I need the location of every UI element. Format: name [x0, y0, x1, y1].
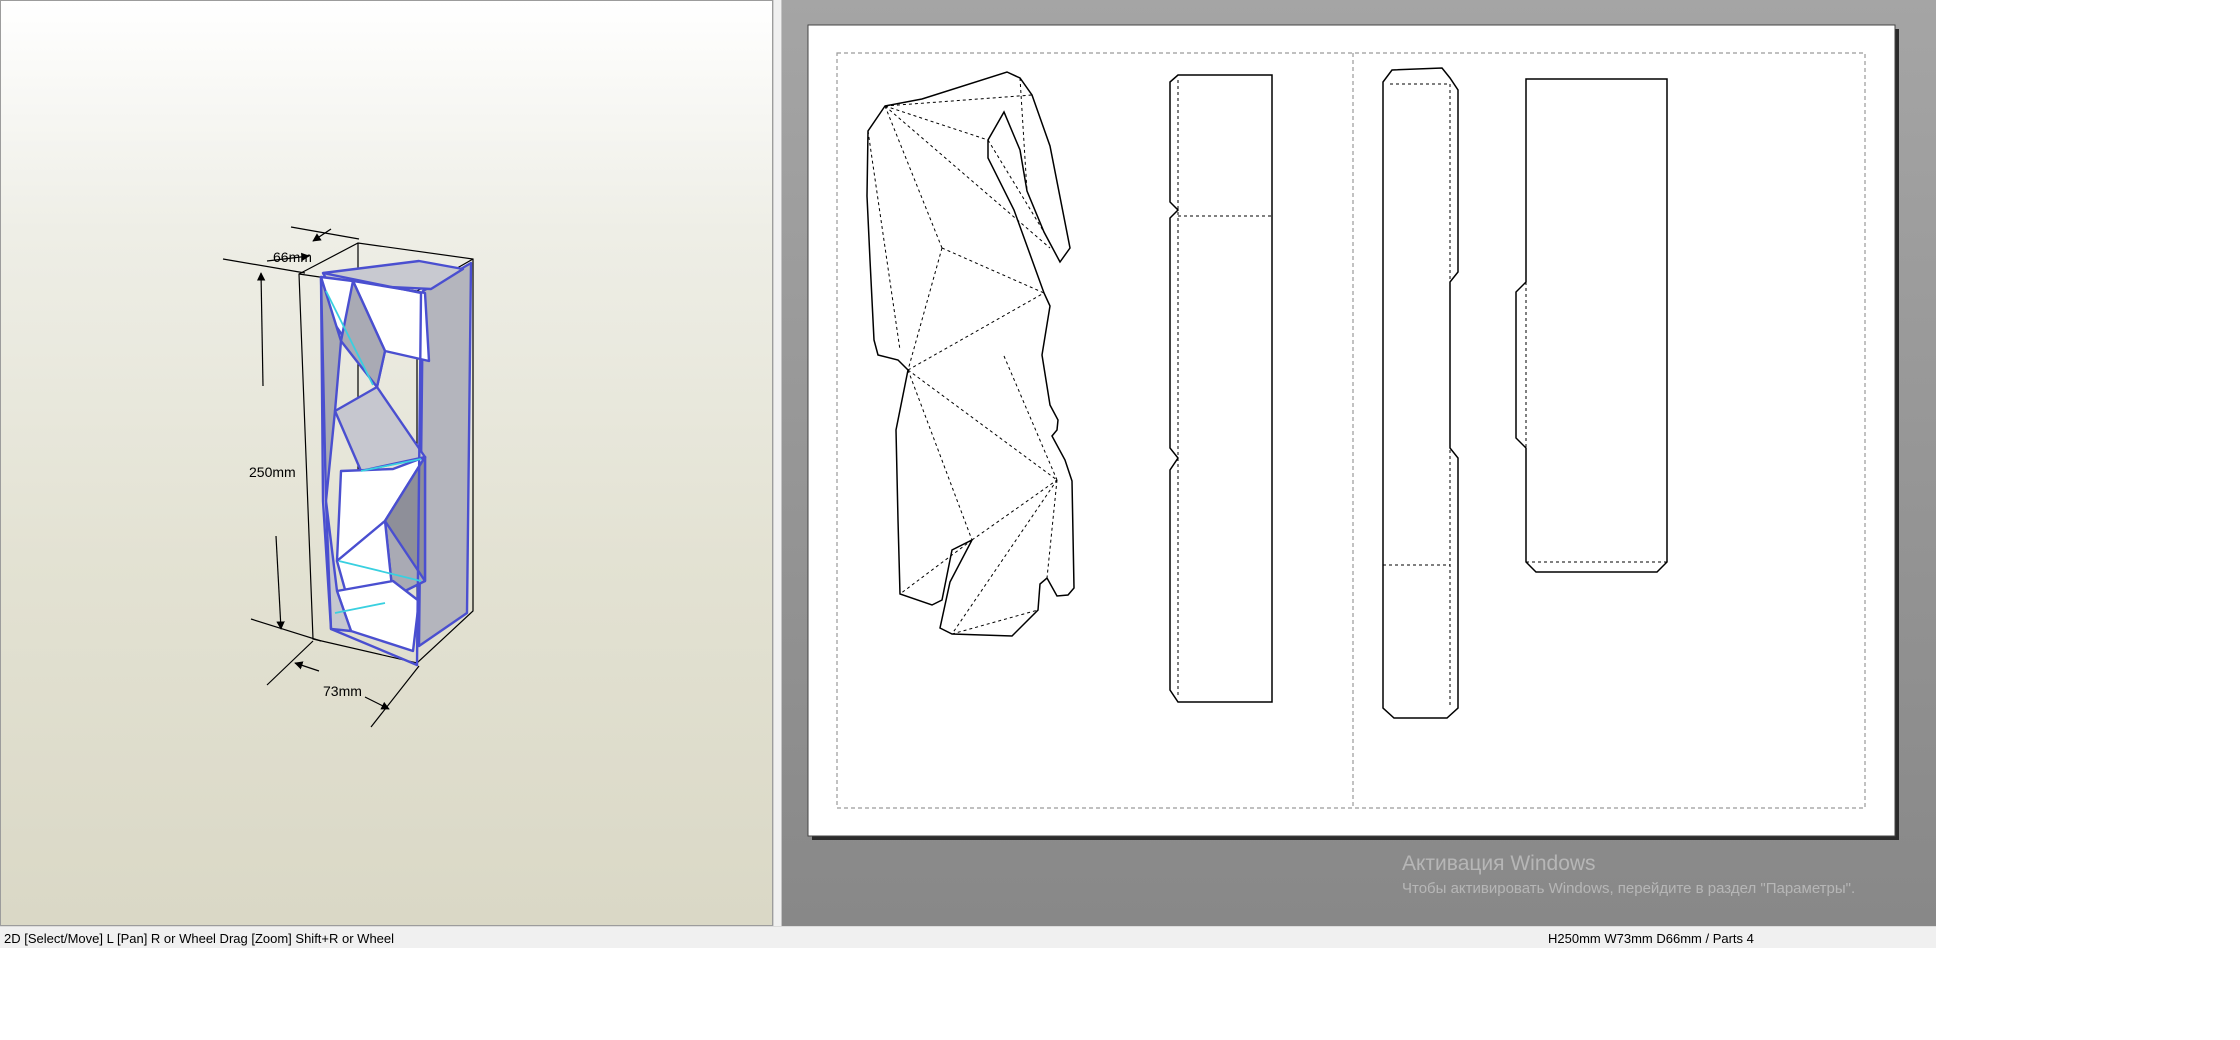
status-bar: 2D [Select/Move] L [Pan] R or Wheel Drag…: [0, 926, 1936, 948]
activation-watermark: Активация Windows Чтобы активировать Win…: [1402, 852, 1855, 897]
3d-view-pane[interactable]: 66mm 250mm 73mm: [0, 0, 773, 926]
3d-model-canvas[interactable]: 66mm 250mm 73mm: [1, 1, 774, 927]
part-2-strip[interactable]: [1169, 74, 1273, 703]
dimension-height-label: 250mm: [249, 464, 296, 480]
status-hint: 2D [Select/Move] L [Pan] R or Wheel Drag…: [4, 931, 395, 946]
2d-view-pane[interactable]: Активация Windows Чтобы активировать Win…: [782, 0, 1936, 926]
2d-unfold-canvas[interactable]: [782, 0, 1936, 926]
watermark-subtitle: Чтобы активировать Windows, перейдите в …: [1402, 880, 1856, 897]
3d-model[interactable]: [319, 259, 473, 667]
dimension-depth-label: 66mm: [273, 249, 312, 265]
dimension-width-label: 73mm: [323, 683, 362, 699]
status-model-info: H250mm W73mm D66mm / Parts 4: [1548, 931, 1754, 946]
watermark-title: Активация Windows: [1402, 852, 1596, 875]
part-3-strip[interactable]: [1382, 67, 1459, 719]
pane-splitter[interactable]: [773, 0, 782, 926]
part-4-panel[interactable]: [1515, 78, 1668, 573]
